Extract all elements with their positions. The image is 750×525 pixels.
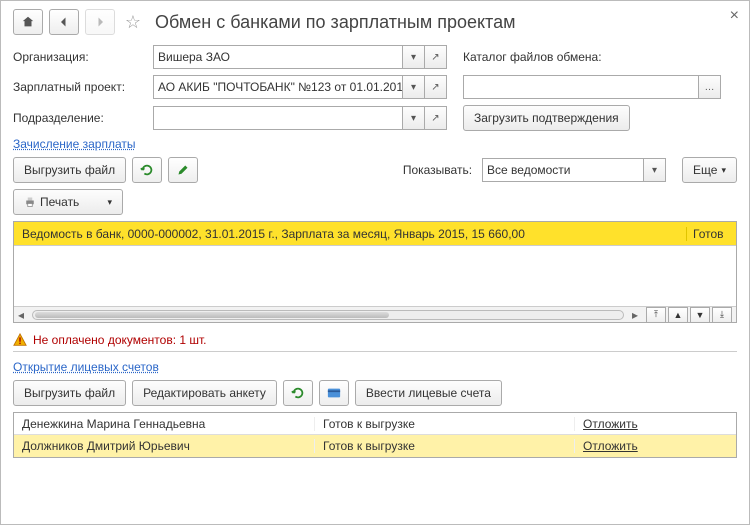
org-label: Организация: (13, 50, 145, 64)
person-name: Должников Дмитрий Юрьевич (14, 439, 314, 453)
row-status: Готов к выгрузке (314, 417, 574, 431)
browse-button[interactable]: … (699, 75, 721, 99)
close-icon[interactable]: × (730, 7, 739, 25)
button-label: Выгрузить файл (24, 386, 115, 400)
chevron-down-icon: ▾ (721, 165, 726, 176)
dropdown-icon[interactable]: ▾ (403, 75, 425, 99)
main-window: × ☆ Обмен с банками по зарплатным проект… (0, 0, 750, 525)
chevron-down-icon: ▾ (107, 197, 112, 208)
ledger-row[interactable]: Ведомость в банк, 0000-000002, 31.01.201… (14, 222, 736, 246)
postpone-link[interactable]: Отложить (574, 439, 736, 453)
printer-icon (24, 196, 36, 208)
postpone-link[interactable]: Отложить (574, 417, 736, 431)
ledger-empty-area (14, 246, 736, 306)
accounts-link[interactable]: Открытие лицевых счетов (13, 360, 159, 374)
dropdown-icon[interactable]: ▾ (403, 106, 425, 130)
refresh-button[interactable] (132, 157, 162, 183)
org-field[interactable]: Вишера ЗАО (153, 45, 403, 69)
warning-icon (13, 333, 27, 347)
person-name: Денежкина Марина Геннадьевна (14, 417, 314, 431)
show-filter-field[interactable]: Все ведомости (482, 158, 644, 182)
scroll-thumb[interactable] (35, 312, 389, 318)
favorite-icon[interactable]: ☆ (121, 12, 145, 33)
ledger-table: Ведомость в банк, 0000-000002, 31.01.201… (13, 221, 737, 323)
titlebar: ☆ Обмен с банками по зарплатным проектам (13, 9, 737, 35)
ledger-status: Готов (686, 227, 736, 241)
row-status: Готов к выгрузке (314, 439, 574, 453)
button-label: Ввести лицевые счета (366, 386, 491, 400)
horizontal-scrollbar[interactable]: ◂ ▸ ⤒ ▲ ▼ ⤓ (14, 306, 736, 322)
export-file-button[interactable]: Выгрузить файл (13, 157, 126, 183)
move-up-button[interactable]: ▲ (668, 307, 688, 323)
dropdown-icon[interactable]: ▾ (644, 158, 666, 182)
scroll-track[interactable] (32, 310, 624, 320)
enter-accounts-button[interactable]: Ввести лицевые счета (355, 380, 502, 406)
button-label: Загрузить подтверждения (474, 111, 619, 125)
accounts-table: Денежкина Марина Геннадьевна Готов к выг… (13, 412, 737, 458)
scroll-left-icon[interactable]: ◂ (14, 308, 28, 322)
button-label: Еще (693, 163, 717, 177)
move-top-button[interactable]: ⤒ (646, 307, 666, 323)
open-icon[interactable]: ↗ (425, 45, 447, 69)
button-label: Печать (40, 195, 79, 209)
move-down-button[interactable]: ▼ (690, 307, 710, 323)
button-label: Редактировать анкету (143, 386, 266, 400)
payroll-link[interactable]: Зачисление зарплаты (13, 137, 136, 151)
warning-text: Не оплачено документов: 1 шт. (33, 333, 207, 347)
divider (13, 351, 737, 352)
more-button[interactable]: Еще ▾ (682, 157, 737, 183)
move-bottom-button[interactable]: ⤓ (712, 307, 732, 323)
ledger-description: Ведомость в банк, 0000-000002, 31.01.201… (14, 227, 686, 241)
open-icon[interactable]: ↗ (425, 106, 447, 130)
table-row[interactable]: Должников Дмитрий Юрьевич Готов к выгруз… (14, 435, 736, 457)
warning-message: Не оплачено документов: 1 шт. (13, 333, 737, 347)
project-field[interactable]: АО АКИБ "ПОЧТОБАНК" №123 от 01.01.2015 г (153, 75, 403, 99)
catalog-field[interactable] (463, 75, 699, 99)
dropdown-icon[interactable]: ▾ (403, 45, 425, 69)
edit-profile-button[interactable]: Редактировать анкету (132, 380, 277, 406)
dept-field[interactable] (153, 106, 403, 130)
back-button[interactable] (49, 9, 79, 35)
home-button[interactable] (13, 9, 43, 35)
scroll-right-icon[interactable]: ▸ (628, 308, 642, 322)
page-title: Обмен с банками по зарплатным проектам (155, 12, 515, 33)
edit-button[interactable] (168, 157, 198, 183)
button-label: Выгрузить файл (24, 163, 115, 177)
forward-button[interactable] (85, 9, 115, 35)
load-confirmations-button[interactable]: Загрузить подтверждения (463, 105, 630, 131)
open-icon[interactable]: ↗ (425, 75, 447, 99)
refresh-accounts-button[interactable] (283, 380, 313, 406)
print-button[interactable]: Печать ▾ (13, 189, 123, 215)
dept-label: Подразделение: (13, 111, 145, 125)
catalog-label: Каталог файлов обмена: (463, 50, 602, 64)
show-label: Показывать: (403, 163, 472, 177)
export-accounts-button[interactable]: Выгрузить файл (13, 380, 126, 406)
project-label: Зарплатный проект: (13, 80, 145, 94)
card-button[interactable] (319, 380, 349, 406)
table-row[interactable]: Денежкина Марина Геннадьевна Готов к выг… (14, 413, 736, 435)
